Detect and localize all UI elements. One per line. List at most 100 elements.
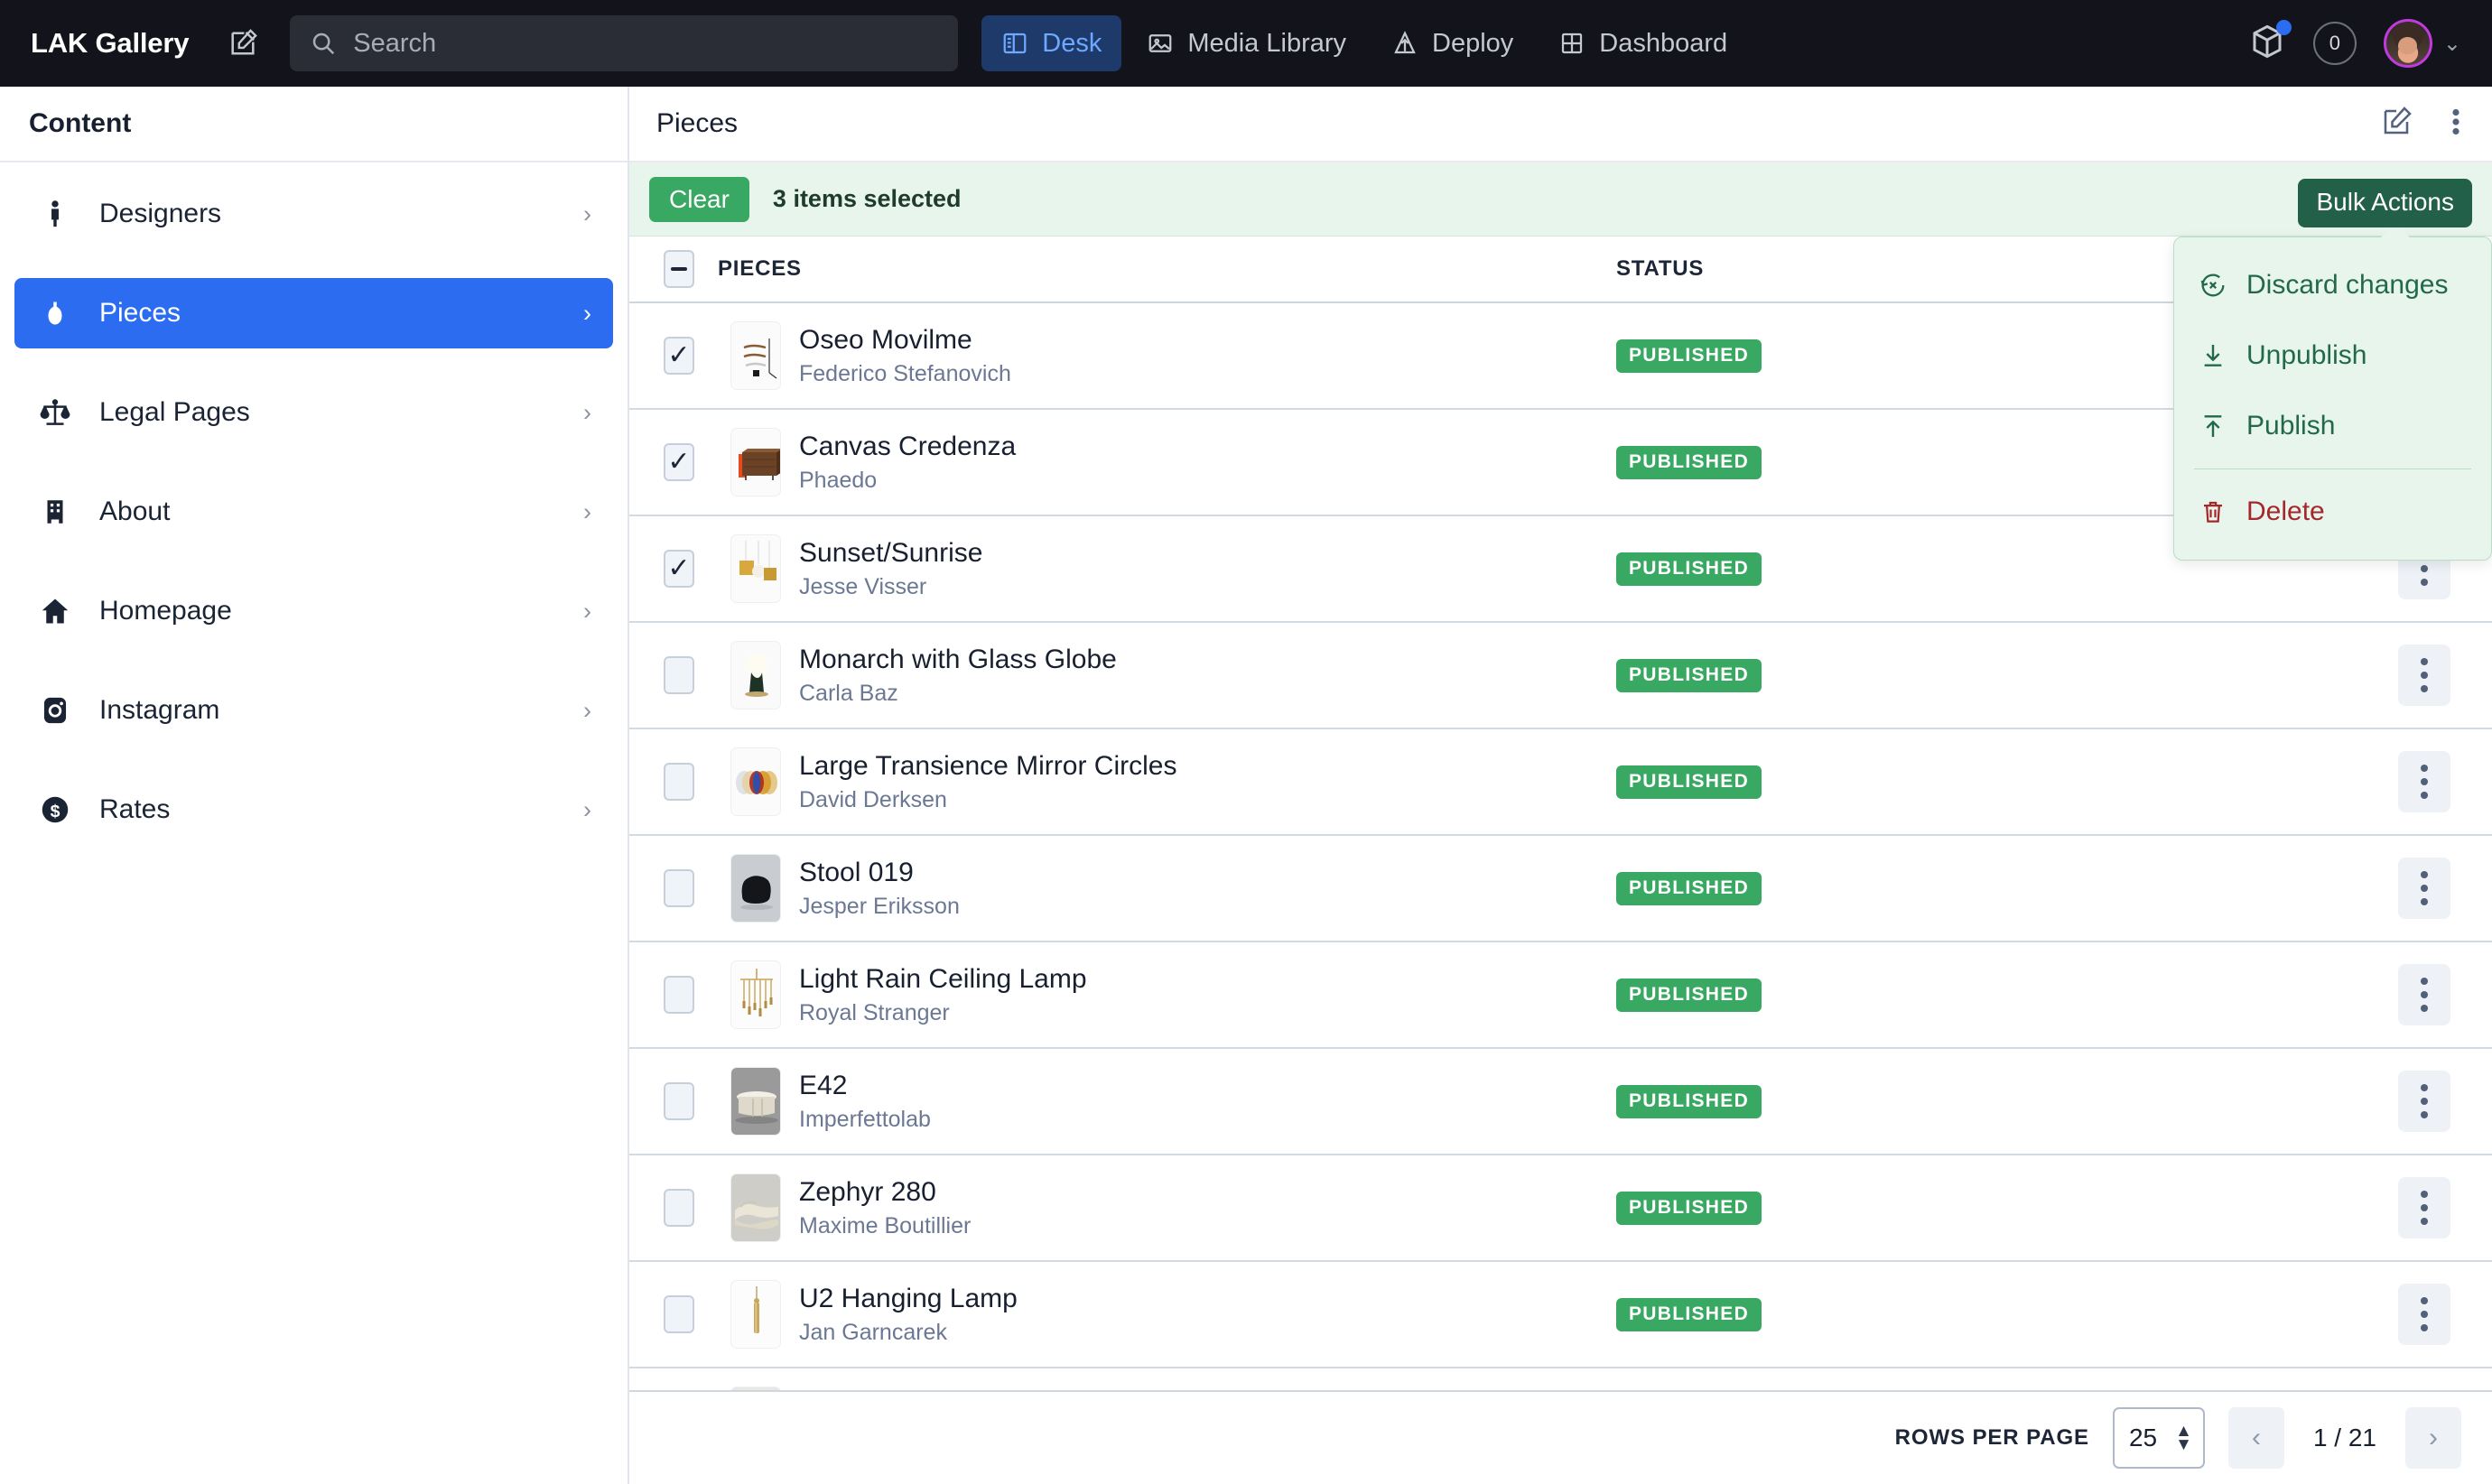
row-actions-button[interactable]	[2398, 964, 2450, 1025]
package-icon[interactable]	[2248, 23, 2286, 65]
column-header-status: STATUS	[1616, 256, 1704, 281]
row-actions-button[interactable]	[2398, 858, 2450, 919]
table-row[interactable]: ✓ E42 Imperfettolab	[629, 1049, 2492, 1155]
row-checkbox[interactable]: ✓	[664, 443, 694, 481]
clear-selection-button[interactable]: Clear	[649, 177, 749, 222]
bulk-menu-item-publish[interactable]: Publish	[2174, 391, 2491, 461]
chevron-right-icon: ›	[583, 399, 591, 427]
next-page-button[interactable]: ›	[2405, 1407, 2461, 1469]
page-title: Pieces	[656, 108, 738, 139]
table-row[interactable]: ✓ Wrap Beech Pendant Joh	[629, 1368, 2492, 1390]
status-badge: PUBLISHED	[1616, 339, 1762, 373]
row-checkbox[interactable]: ✓	[664, 337, 694, 375]
status-badge: PUBLISHED	[1616, 446, 1762, 479]
table-row[interactable]: ✓ Monarch with Glass Globe Carla Baz	[629, 623, 2492, 729]
rows-per-page-value: 25	[2129, 1424, 2157, 1452]
piece-title: Light Rain Ceiling Lamp	[799, 963, 1087, 995]
discard-circle-x-icon	[2198, 271, 2228, 300]
content-sidebar: Content Designers › Pieces ›	[0, 87, 629, 1484]
pieces-pane-header: Pieces	[629, 87, 2492, 162]
bulk-menu-item-discard-changes[interactable]: Discard changes	[2174, 250, 2491, 320]
sidebar-item-instagram-label: Instagram	[99, 695, 219, 726]
sidebar-header: Content	[0, 87, 628, 162]
selection-toolbar: Clear 3 items selected Bulk Actions Disc…	[629, 162, 2492, 237]
previous-page-button[interactable]: ‹	[2228, 1407, 2284, 1469]
piece-thumbnail	[730, 747, 781, 816]
chevron-down-icon: ⌄	[2443, 31, 2461, 57]
sidebar-item-homepage[interactable]: Homepage ›	[14, 576, 613, 646]
rows-per-page-stepper[interactable]: 25 ▲▼	[2113, 1407, 2205, 1469]
row-actions-button[interactable]	[2398, 1177, 2450, 1238]
bulk-menu-item-delete[interactable]: Delete	[2174, 477, 2491, 547]
row-checkbox[interactable]: ✓	[664, 1189, 694, 1227]
trash-icon	[2198, 497, 2228, 526]
row-checkbox[interactable]: ✓	[664, 656, 694, 694]
sidebar-item-designers[interactable]: Designers ›	[14, 179, 613, 249]
row-actions-button[interactable]	[2398, 1071, 2450, 1132]
piece-title: Stool 019	[799, 857, 960, 888]
compose-icon[interactable]	[2380, 106, 2413, 143]
app-brand: LAK Gallery	[31, 27, 189, 60]
select-all-checkbox[interactable]: ✓	[664, 250, 694, 288]
bulk-actions-button[interactable]: Bulk Actions	[2298, 179, 2472, 227]
sidebar-item-legal-pages[interactable]: Legal Pages ›	[14, 377, 613, 448]
row-actions-button[interactable]	[2398, 751, 2450, 812]
bulk-menu-item-delete-label: Delete	[2246, 496, 2325, 527]
piece-title: Oseo Movilme	[799, 324, 1011, 356]
row-checkbox[interactable]: ✓	[664, 763, 694, 801]
chevron-right-icon: ›	[583, 498, 591, 526]
navbar-right-tools: 0 ⌄	[2248, 19, 2467, 68]
piece-designer: Royal Stranger	[799, 1000, 1087, 1026]
table-row[interactable]: ✓ Stool 019 Jesper Eriksson	[629, 836, 2492, 942]
piece-title: Monarch with Glass Globe	[799, 644, 1117, 675]
nav-link-deploy[interactable]: Deploy	[1372, 15, 1533, 71]
row-checkbox[interactable]: ✓	[664, 869, 694, 907]
row-actions-button[interactable]	[2398, 1284, 2450, 1345]
sidebar-title: Content	[29, 108, 131, 139]
row-checkbox[interactable]: ✓	[664, 550, 694, 588]
bulk-menu-separator	[2194, 468, 2471, 469]
column-header-pieces: PIECES	[718, 256, 802, 281]
table-row[interactable]: ✓ Zephyr 280 Maxime Boutillier	[629, 1155, 2492, 1262]
home-icon	[34, 595, 76, 627]
pane-header-actions	[2380, 106, 2461, 143]
piece-thumbnail	[730, 534, 781, 603]
piece-thumbnail	[730, 1067, 781, 1136]
notification-counter[interactable]: 0	[2313, 22, 2357, 65]
status-badge: PUBLISHED	[1616, 552, 1762, 586]
sidebar-item-rates[interactable]: $ Rates ›	[14, 774, 613, 845]
sidebar-item-about[interactable]: About ›	[14, 477, 613, 547]
kebab-menu-icon[interactable]	[2450, 106, 2461, 143]
chevron-right-icon: ›	[583, 598, 591, 626]
piece-thumbnail	[730, 641, 781, 710]
search-input[interactable]: Search	[290, 15, 958, 71]
piece-designer: Federico Stefanovich	[799, 361, 1011, 387]
chevron-right-icon: ›	[2429, 1423, 2438, 1453]
row-checkbox[interactable]: ✓	[664, 976, 694, 1014]
piece-designer: Jan Garncarek	[799, 1320, 1018, 1346]
table-row[interactable]: ✓ Larg	[629, 729, 2492, 836]
nav-link-dashboard[interactable]: Dashboard	[1539, 15, 1747, 71]
search-icon	[310, 30, 337, 57]
sidebar-item-pieces[interactable]: Pieces ›	[14, 278, 613, 348]
table-row[interactable]: ✓ Light Rain Ceiling Lamp Royal Strange	[629, 942, 2492, 1049]
user-menu[interactable]: ⌄	[2384, 19, 2461, 68]
image-icon	[1147, 30, 1174, 57]
row-checkbox[interactable]: ✓	[664, 1082, 694, 1120]
compose-icon[interactable]	[218, 18, 268, 69]
sidebar-nav-list: Designers › Pieces › Legal Pag	[0, 162, 628, 874]
status-badge: PUBLISHED	[1616, 765, 1762, 799]
dollar-icon: $	[34, 793, 76, 826]
piece-designer: Jesper Eriksson	[799, 894, 960, 920]
table-row[interactable]: ✓ U2 Hanging Lamp Jan Ga	[629, 1262, 2492, 1368]
nav-link-desk[interactable]: Desk	[981, 15, 1121, 71]
selection-count-label: 3 items selected	[773, 185, 962, 213]
chevron-left-icon: ‹	[2252, 1423, 2261, 1453]
sidebar-item-instagram[interactable]: Instagram ›	[14, 675, 613, 746]
bulk-menu-item-unpublish[interactable]: Unpublish	[2174, 320, 2491, 391]
piece-title: Zephyr 280	[799, 1176, 971, 1208]
row-checkbox[interactable]: ✓	[664, 1295, 694, 1333]
row-actions-button[interactable]	[2398, 645, 2450, 706]
status-badge: PUBLISHED	[1616, 872, 1762, 905]
nav-link-media-library[interactable]: Media Library	[1127, 15, 1366, 71]
